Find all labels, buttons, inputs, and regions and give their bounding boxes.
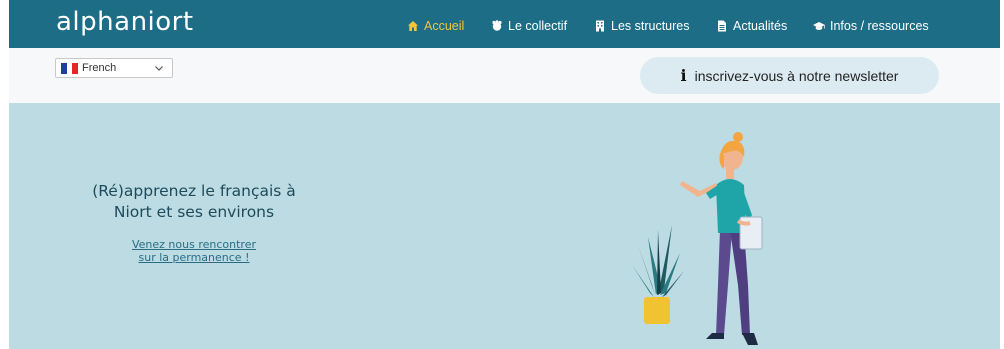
permanence-link-line: Venez nous rencontrer xyxy=(131,238,256,251)
nav-item-le-collectif[interactable]: Le collectif xyxy=(491,17,567,35)
hero-title: (Ré)apprenez le français à Niort et ses … xyxy=(69,181,319,223)
french-flag-icon xyxy=(61,62,79,74)
building-icon xyxy=(594,20,606,32)
main-navigation: Accueil Le collectif Les structures Actu… xyxy=(0,0,1004,48)
woman-figure xyxy=(680,132,763,345)
nav-item-label: Accueil xyxy=(424,19,465,33)
newsletter-button[interactable]: i inscrivez-vous à notre newsletter xyxy=(640,57,939,94)
permanence-link[interactable]: Venez nous rencontrer sur la permanence … xyxy=(94,238,294,264)
chevron-down-icon xyxy=(154,63,164,73)
info-icon: i xyxy=(680,66,687,85)
graduation-cap-icon xyxy=(813,20,825,32)
home-icon xyxy=(407,20,419,32)
hero-title-line: Niort et ses environs xyxy=(113,203,275,221)
nav-item-infos-ressources[interactable]: Infos / ressources xyxy=(813,17,929,35)
plant-illustration xyxy=(632,225,684,324)
nav-item-label: Les structures xyxy=(611,19,690,33)
language-select-value: French xyxy=(82,62,117,74)
nav-item-accueil[interactable]: Accueil xyxy=(407,17,464,35)
nav-item-label: Actualités xyxy=(733,19,788,33)
nav-item-label: Le collectif xyxy=(508,19,568,33)
language-select[interactable]: French xyxy=(55,58,173,78)
page: alphaniort Accueil Le collectif Les stru… xyxy=(0,0,1004,349)
top-navigation-bar: alphaniort Accueil Le collectif Les stru… xyxy=(0,0,1004,48)
permanence-link-line: sur la permanence ! xyxy=(138,251,250,264)
nav-item-label: Infos / ressources xyxy=(830,19,929,33)
hero-banner: (Ré)apprenez le français à Niort et ses … xyxy=(9,103,1000,349)
newsletter-label: inscrivez-vous à notre newsletter xyxy=(694,67,899,84)
nav-item-les-structures[interactable]: Les structures xyxy=(594,17,690,35)
woman-with-plant-illustration xyxy=(632,132,763,345)
hero-title-line: (Ré)apprenez le français à xyxy=(92,182,296,200)
collective-icon xyxy=(491,20,503,32)
nav-item-actualites[interactable]: Actualités xyxy=(716,17,787,35)
document-icon xyxy=(716,20,728,32)
